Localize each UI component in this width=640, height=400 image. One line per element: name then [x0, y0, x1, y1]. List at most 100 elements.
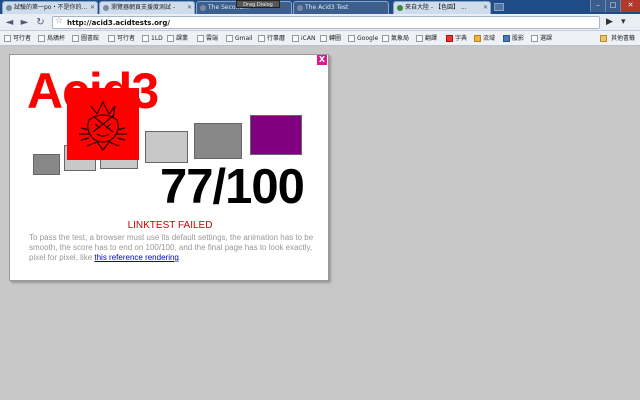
bookmark-icon [197, 35, 204, 42]
new-tab-button[interactable] [494, 3, 504, 11]
folder-icon [600, 35, 607, 42]
bookmark-item[interactable]: 可行者 [4, 33, 31, 44]
tab-label: The Acid3 Test [305, 4, 349, 11]
bookmark-icon [348, 35, 355, 42]
bookmark-icon [258, 35, 265, 42]
reload-button[interactable]: ↻ [34, 16, 47, 29]
bookmark-item[interactable]: 烏鴉杯 [38, 33, 65, 44]
acid3-test-panel: X Acid3 77/100 LINKTEST F [9, 54, 329, 281]
tools-menu-icon[interactable]: ▾ [621, 16, 626, 29]
bookmark-icon [446, 35, 453, 42]
bookmark-item[interactable]: 流域 [474, 33, 495, 44]
bookmark-item[interactable]: Gmail [226, 33, 253, 44]
bookmark-label: 氣象局 [391, 35, 410, 42]
panel-close-button[interactable]: X [317, 55, 327, 65]
bookmark-label: 行事曆 [267, 35, 286, 42]
bookmark-item[interactable]: 圖書館 [72, 33, 99, 44]
back-button[interactable]: ◄ [3, 16, 16, 29]
tab-4[interactable]: The Acid3 Test ✕ [293, 1, 389, 14]
favicon-icon [103, 5, 109, 11]
bookmark-item[interactable]: 股影 [503, 33, 524, 44]
page-content: X Acid3 77/100 LINKTEST F [0, 46, 640, 400]
tab-label: 來自大陸 - 【色園】 ... [405, 4, 467, 11]
bookmark-icon [503, 35, 510, 42]
close-tab-icon[interactable]: ✕ [90, 2, 95, 14]
bookmark-icon [142, 35, 149, 42]
favicon-icon [6, 5, 12, 11]
bookmark-icon [416, 35, 423, 42]
bookmark-label: 可行者 [13, 35, 32, 42]
favicon-icon [297, 5, 303, 11]
test-score: 77/100 [160, 160, 305, 214]
bookmark-item[interactable]: 1LD [142, 33, 163, 44]
close-tab-icon[interactable]: ✕ [187, 2, 192, 14]
bookmark-item[interactable]: 課業 [167, 33, 188, 44]
bookmark-item[interactable]: 氣象局 [382, 33, 409, 44]
bookmark-label: 烏鴉杯 [47, 35, 66, 42]
instructions-period: . [178, 253, 182, 262]
bookmark-icon [292, 35, 299, 42]
bookmark-icon [38, 35, 45, 42]
close-tab-icon[interactable]: ✕ [483, 2, 488, 14]
bookmark-item[interactable]: iCAN [292, 33, 315, 44]
bookmark-label: 股影 [512, 35, 525, 42]
bookmark-item[interactable]: 翻譯 [416, 33, 437, 44]
bookmark-item[interactable]: Google [348, 33, 378, 44]
gray-box [33, 154, 60, 175]
bookmark-label: 字典 [455, 35, 468, 42]
bookmark-label: 選課 [540, 35, 553, 42]
tab-label: 瀏覽器網頁支援度測試 - [111, 4, 176, 11]
favicon-icon [397, 5, 403, 11]
tab-strip: 試驗的第一po・不是你的... ✕ 瀏覽器網頁支援度測試 - ✕ The Sec… [0, 0, 640, 14]
bookmark-label: 其他書籤 [611, 35, 636, 42]
bookmark-item[interactable]: 轉圖 [320, 33, 341, 44]
bookmark-icon [167, 35, 174, 42]
favicon-icon [200, 5, 206, 11]
red-square [67, 88, 139, 160]
reference-rendering-link[interactable]: this reference rendering [94, 253, 179, 262]
bookmark-label: 流域 [483, 35, 496, 42]
tab-label: 試驗的第一po・不是你的... [14, 4, 88, 11]
bookmark-icon [72, 35, 79, 42]
gray-box [145, 131, 188, 163]
bookmark-label: 轉圖 [329, 35, 342, 42]
tab-5[interactable]: 來自大陸 - 【色園】 ... ✕ [393, 1, 491, 14]
forward-button[interactable]: ► [18, 16, 31, 29]
purple-box [250, 115, 302, 155]
bookmarks-bar: 可行者 烏鴉杯 圖書館 可行者 1LD 課業 雲端 Gmail 行事曆 iCAN… [0, 31, 640, 46]
close-window-button[interactable]: ✕ [620, 0, 640, 12]
bookmark-icon [320, 35, 327, 42]
bookmark-icon [474, 35, 481, 42]
bookmark-item[interactable]: 行事曆 [258, 33, 285, 44]
gray-box [194, 123, 242, 159]
minimize-button[interactable]: – [590, 0, 605, 12]
bookmark-icon [226, 35, 233, 42]
bookmark-label: 1LD [151, 35, 163, 42]
bookmark-label: iCAN [301, 35, 316, 42]
tab-2[interactable]: 瀏覽器網頁支援度測試 - ✕ [99, 1, 195, 14]
maximize-button[interactable]: □ [605, 0, 620, 12]
bookmark-label: 可行者 [117, 35, 136, 42]
page-menu-icon[interactable]: ▶ [606, 16, 613, 29]
bookmark-label: 圖書館 [81, 35, 100, 42]
bookmark-label: Gmail [235, 35, 253, 42]
bookmark-star-icon[interactable]: ☆ [55, 16, 63, 26]
close-tab-icon[interactable]: ✕ [284, 2, 289, 14]
tab-1[interactable]: 試驗的第一po・不是你的... ✕ [2, 1, 98, 14]
bookmark-label: 翻譯 [425, 35, 438, 42]
bookmark-item[interactable]: 選課 [531, 33, 552, 44]
instructions-text: To pass the test, a browser must use its… [29, 233, 319, 263]
bookmark-icon [4, 35, 11, 42]
bookmark-icon [531, 35, 538, 42]
bookmark-label: 雲端 [206, 35, 219, 42]
other-bookmarks-folder[interactable]: 其他書籤 [600, 33, 635, 44]
bookmark-label: Google [357, 35, 379, 42]
close-tab-icon[interactable]: ✕ [381, 2, 386, 14]
bookmark-item[interactable]: 可行者 [108, 33, 135, 44]
bookmark-item[interactable]: 字典 [446, 33, 467, 44]
failure-message: LINKTEST FAILED [127, 220, 213, 231]
url-text[interactable]: http://acid3.acidtests.org/ [67, 18, 170, 28]
address-bar[interactable]: ☆ http://acid3.acidtests.org/ [52, 16, 600, 29]
bookmark-label: 課業 [176, 35, 189, 42]
bookmark-item[interactable]: 雲端 [197, 33, 218, 44]
